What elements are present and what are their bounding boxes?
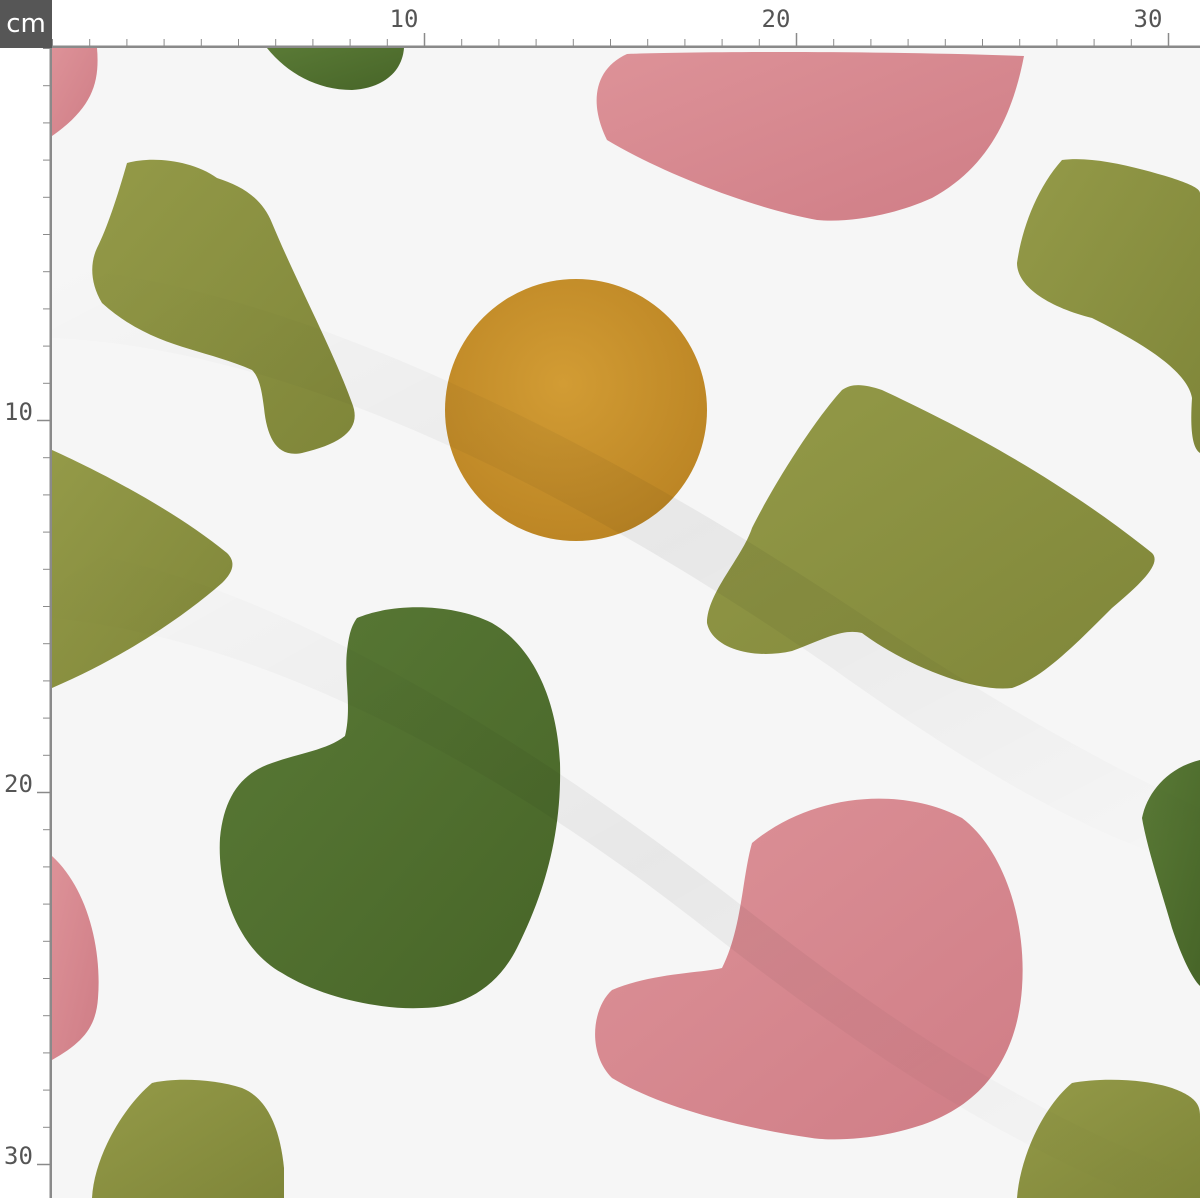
olive-blob-right-upper	[1017, 159, 1200, 454]
ruler-left: 10 20 30	[0, 48, 52, 1198]
unit-badge: cm	[0, 0, 52, 48]
ruler-left-label-30: 30	[4, 1142, 33, 1170]
ruler-top-ticks	[52, 33, 1200, 48]
fabric-pattern	[52, 48, 1200, 1198]
olive-blob-center-right	[707, 385, 1155, 689]
ruler-top-label-30: 30	[1134, 5, 1163, 33]
ruler-left-label-20: 20	[4, 770, 33, 798]
olive-blob-top-center	[267, 48, 404, 90]
pink-blob-left-top	[52, 48, 98, 136]
unit-label: cm	[6, 9, 46, 39]
pink-blob-left-bottom	[52, 856, 99, 1060]
ruler-left-ticks	[37, 48, 52, 1198]
pink-blob-top	[596, 52, 1024, 221]
ruler-left-label-10: 10	[4, 398, 33, 426]
olive-blob-bottom-left	[92, 1079, 284, 1198]
ruler-top-label-20: 20	[762, 5, 791, 33]
ruler-top: 10 20 30	[52, 0, 1200, 48]
ruler-top-label-10: 10	[390, 5, 419, 33]
fabric-swatch	[52, 48, 1200, 1198]
ruler-left-scale: 10 20 30	[4, 48, 52, 1198]
ruler-top-scale: 10 20 30	[52, 5, 1200, 48]
